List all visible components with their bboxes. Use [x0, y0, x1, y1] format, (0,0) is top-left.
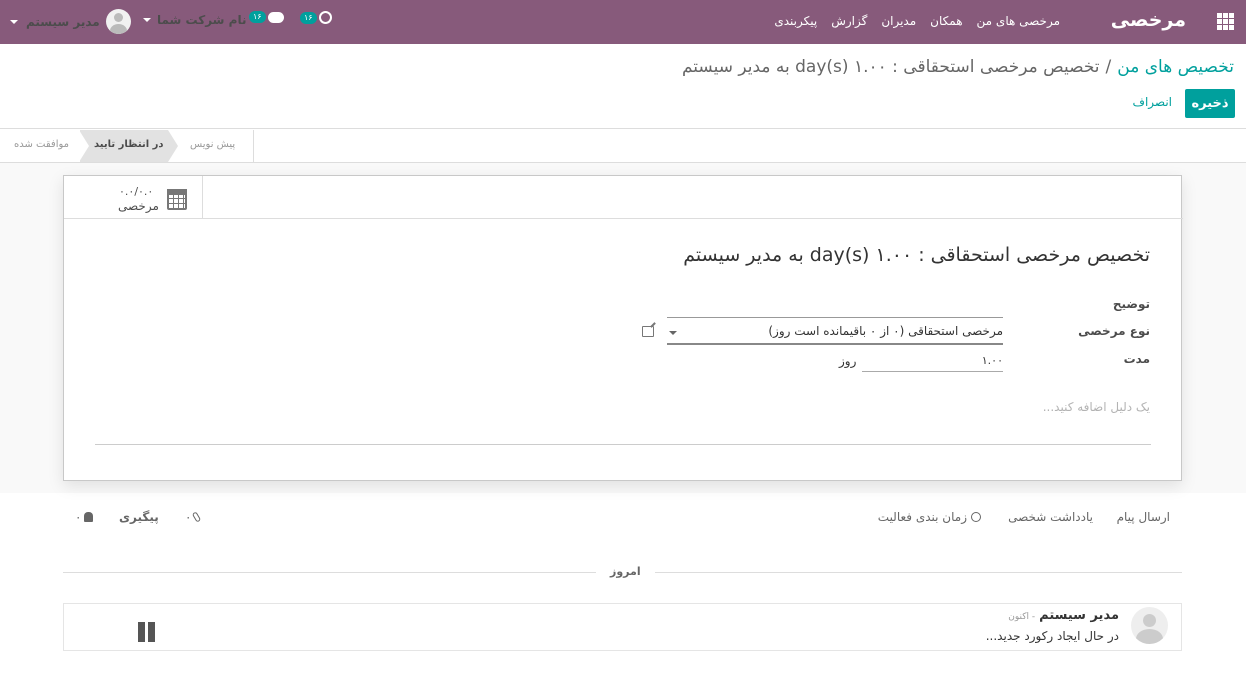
save-button[interactable]: ذخیره	[1185, 89, 1235, 118]
breadcrumb-current: تخصیص مرخصی استحقاقی : ۱.۰۰ day(s) به مد…	[681, 57, 1100, 77]
external-link-icon[interactable]	[642, 326, 654, 337]
leave-type-select[interactable]: مرخصی استحقاقی (۰ از ۰ باقیمانده است روز…	[667, 317, 1003, 345]
send-message-button[interactable]: ارسال پیام	[1117, 510, 1170, 524]
message-author: مدیر سیستم	[1039, 608, 1119, 623]
avatar	[105, 9, 131, 34]
breadcrumb-separator: /	[1105, 57, 1112, 77]
message-body: در حال ایجاد رکورد جدید...	[985, 629, 1119, 643]
discard-button[interactable]: انصراف	[1133, 95, 1172, 109]
paperclip-icon	[192, 511, 202, 523]
company-switcher[interactable]: نام شرکت شما	[143, 13, 246, 27]
form-sheet: ۰.۰/۰.۰ مرخصی تخصیص مرخصی استحقاقی : ۱.۰…	[63, 175, 1183, 481]
app-brand[interactable]: مرخصی	[1111, 9, 1186, 31]
status-draft[interactable]: پیش نویس	[168, 130, 254, 162]
user-icon	[84, 512, 94, 522]
leave-type-value: مرخصی استحقاقی (۰ از ۰ باقیمانده است روز…	[768, 324, 1003, 338]
messaging-menu[interactable]: ۱۶	[249, 11, 284, 23]
leaves-smart-button[interactable]: ۰.۰/۰.۰ مرخصی	[64, 176, 203, 219]
status-confirm[interactable]: در انتظار تایید	[79, 130, 178, 162]
status-bar: موافقت شده در انتظار تایید پیش نویس	[0, 130, 254, 162]
attachments-count: ۰	[185, 510, 192, 524]
apps-menu-icon[interactable]	[1217, 13, 1234, 30]
log-note-button[interactable]: یادداشت شخصی	[1008, 510, 1093, 524]
activity-menu[interactable]: ۱۶	[300, 11, 332, 24]
followers-button[interactable]: ۰	[75, 510, 94, 524]
chevron-down-icon	[10, 19, 18, 24]
followers-count: ۰	[75, 510, 82, 524]
duration-value: ۱.۰۰	[981, 354, 1003, 367]
divider	[0, 128, 1246, 129]
messages-badge: ۱۶	[249, 11, 266, 23]
schedule-activity-label: زمان بندی فعالیت	[877, 510, 967, 524]
divider	[64, 218, 1183, 219]
record-title: تخصیص مرخصی استحقاقی : ۱.۰۰ day(s) به مد…	[683, 244, 1150, 266]
activity-badge: ۱۶	[300, 11, 317, 24]
duration-label: مدت	[1123, 352, 1150, 366]
message-time: - اکنون	[1008, 612, 1036, 622]
chevron-down-icon	[143, 18, 151, 22]
description-label: توضیح	[1112, 297, 1150, 311]
message-item: مدیر سیستم- اکنون در حال ایجاد رکورد جدی…	[63, 603, 1182, 651]
menu-managers[interactable]: مدیران	[881, 14, 916, 28]
schedule-activity-button[interactable]: زمان بندی فعالیت	[878, 510, 981, 524]
duration-unit: روز	[839, 354, 857, 368]
watermark-mark	[134, 618, 166, 658]
company-name: نام شرکت شما	[157, 13, 247, 27]
menu-configuration[interactable]: پیکربندی	[774, 14, 817, 28]
reason-field[interactable]: یک دلیل اضافه کنید...	[1043, 400, 1150, 414]
chevron-down-icon[interactable]	[669, 331, 677, 335]
menu-reporting[interactable]: گزارش	[831, 14, 867, 28]
smart-button-label: مرخصی	[118, 199, 159, 213]
calendar-icon	[167, 189, 187, 210]
leave-type-label: نوع مرخصی	[1078, 324, 1150, 338]
avatar	[1131, 607, 1168, 644]
menu-my-leaves[interactable]: مرخصی های من	[977, 14, 1060, 28]
status-approved[interactable]: موافقت شده	[0, 130, 80, 162]
breadcrumb-parent[interactable]: تخصیص های من	[1117, 57, 1234, 77]
clock-icon	[971, 512, 981, 522]
message-author-line: مدیر سیستم- اکنون	[1008, 608, 1119, 623]
follow-button[interactable]: پیگیری	[119, 510, 159, 524]
main-menu: مرخصی های من همکان مدیران گزارش پیکربندی	[774, 14, 1060, 28]
date-separator: امروز	[596, 565, 655, 578]
comments-icon	[267, 11, 284, 23]
smart-button-value: ۰.۰/۰.۰	[119, 185, 154, 198]
user-name: مدیر سیستم	[26, 14, 100, 29]
divider	[95, 444, 1151, 445]
clock-icon	[318, 11, 332, 24]
duration-input[interactable]: ۱.۰۰	[862, 351, 1003, 372]
breadcrumb: تخصیص های من/تخصیص مرخصی استحقاقی : ۱.۰۰…	[682, 57, 1234, 77]
attachments-button[interactable]: ۰	[185, 510, 202, 524]
menu-colleagues[interactable]: همکان	[930, 14, 962, 28]
user-menu[interactable]: مدیر سیستم	[10, 9, 131, 34]
